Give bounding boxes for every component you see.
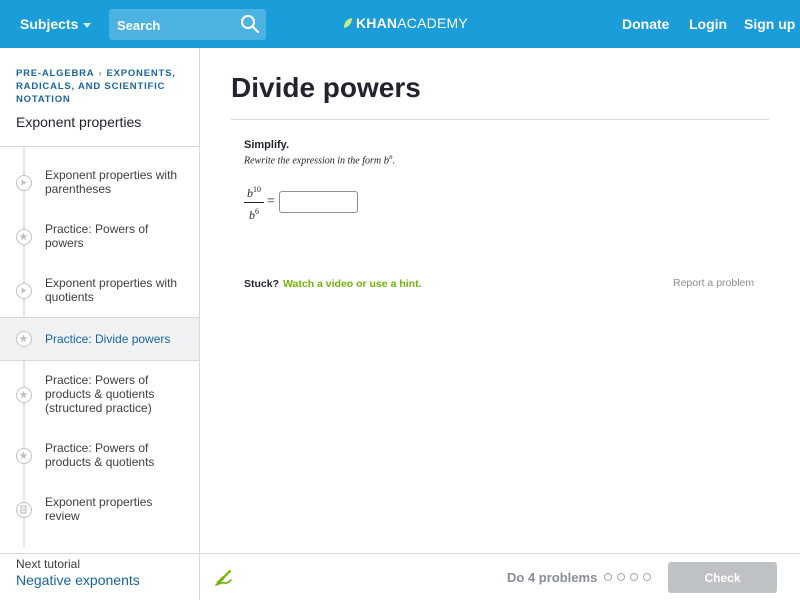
- progress-dot: [643, 573, 651, 581]
- numerator-exponent: 10: [253, 185, 261, 194]
- donate-link[interactable]: Donate: [622, 16, 669, 32]
- progress-dot: [630, 573, 638, 581]
- sidebar-item-exponent-properties-review[interactable]: Exponent properties review: [0, 486, 199, 538]
- sidebar-item-label: Practice: Divide powers: [45, 332, 171, 346]
- chevron-down-icon: [83, 22, 92, 28]
- logo-text-light: ACADEMY: [397, 15, 468, 31]
- check-button[interactable]: Check: [668, 562, 777, 593]
- report-problem-link[interactable]: Report a problem: [673, 277, 754, 289]
- question-instruction: Rewrite the expression in the form bn.: [244, 153, 395, 166]
- sidebar-item-label: Exponent properties with quotients: [45, 276, 178, 304]
- khan-academy-logo[interactable]: KHAN ACADEMY: [343, 15, 468, 31]
- numerator: b10: [244, 183, 264, 200]
- star-icon: [16, 448, 32, 464]
- play-icon: [16, 175, 32, 191]
- logo-text-bold: KHAN: [356, 15, 398, 31]
- next-tutorial-link[interactable]: Negative exponents: [16, 572, 140, 588]
- chevron-right-icon: ›: [98, 68, 103, 79]
- search-icon[interactable]: [240, 14, 260, 34]
- sidebar-item-label: Practice: Powers of powers: [45, 222, 149, 250]
- denominator-exponent: 6: [255, 207, 259, 216]
- page-title: Divide powers: [231, 72, 421, 103]
- fraction-bar: [244, 202, 264, 203]
- stuck-section: Stuck? Watch a video or use a hint.: [244, 278, 421, 290]
- subjects-menu-button[interactable]: Subjects: [20, 16, 92, 32]
- search-box[interactable]: [109, 9, 266, 40]
- leaf-icon: [344, 18, 352, 28]
- sidebar-item-label: Exponent properties review: [45, 495, 153, 523]
- sidebar-item-divide-powers[interactable]: Practice: Divide powers: [0, 317, 199, 361]
- star-icon: [16, 387, 32, 403]
- instruction-text: Rewrite the expression in the form: [244, 155, 384, 167]
- sidebar-item-powers-products-quotients-structured[interactable]: Practice: Powers of products & quotients…: [0, 364, 199, 426]
- subjects-label: Subjects: [20, 16, 79, 32]
- divider: [0, 146, 199, 147]
- breadcrumb-item-pre-algebra[interactable]: PRE-ALGEBRA: [16, 68, 94, 79]
- equals-sign: =: [267, 194, 275, 209]
- top-nav-bar: Subjects KHANACADEMY Donate Login Sign u…: [0, 0, 800, 48]
- instruction-suffix: .: [392, 155, 396, 167]
- sidebar-item-powers-of-powers[interactable]: Practice: Powers of powers: [0, 210, 199, 262]
- tutorial-sidebar: PRE-ALGEBRA › EXPONENTS, RADICALS, AND SCI…: [0, 48, 200, 600]
- divider: [231, 119, 769, 120]
- sidebar-item-exponent-properties-quotients[interactable]: Exponent properties with quotients: [0, 264, 199, 316]
- denominator: b6: [244, 205, 264, 222]
- sidebar-item-powers-products-quotients[interactable]: Practice: Powers of products & quotients: [0, 432, 199, 484]
- tutorial-title: Exponent properties: [16, 114, 142, 130]
- search-input[interactable]: [117, 15, 237, 35]
- scratchpad-icon[interactable]: [214, 567, 234, 587]
- breadcrumb: PRE-ALGEBRA › EXPONENTS, RADICALS, AND SCI…: [16, 67, 186, 106]
- next-tutorial-label: Next tutorial: [16, 557, 81, 571]
- problem-count-label: Do 4 problems: [507, 570, 598, 585]
- stuck-label: Stuck?: [244, 278, 280, 290]
- progress-dot: [604, 573, 612, 581]
- hint-link[interactable]: Watch a video or use a hint.: [283, 278, 421, 290]
- answer-input[interactable]: [279, 191, 358, 213]
- question-heading: Simplify.: [244, 139, 290, 151]
- article-icon: [16, 502, 32, 518]
- progress-dots: [604, 573, 651, 581]
- exercise-footer: Do 4 problems Check: [200, 553, 800, 600]
- signup-link[interactable]: Sign up: [744, 16, 795, 32]
- sidebar-item-exponent-properties-parentheses[interactable]: Exponent properties with parentheses: [0, 156, 199, 208]
- sidebar-item-label: Practice: Powers of products & quotients…: [45, 373, 155, 415]
- expression-fraction: b10 b6: [244, 183, 264, 222]
- sidebar-item-label: Practice: Powers of products & quotients: [45, 441, 155, 469]
- login-link[interactable]: Login: [689, 16, 727, 32]
- progress-dot: [617, 573, 625, 581]
- sidebar-item-label: Exponent properties with parentheses: [45, 168, 178, 196]
- play-icon: [16, 283, 32, 299]
- star-icon: [16, 331, 32, 347]
- divider: [0, 553, 199, 554]
- star-icon: [16, 229, 32, 245]
